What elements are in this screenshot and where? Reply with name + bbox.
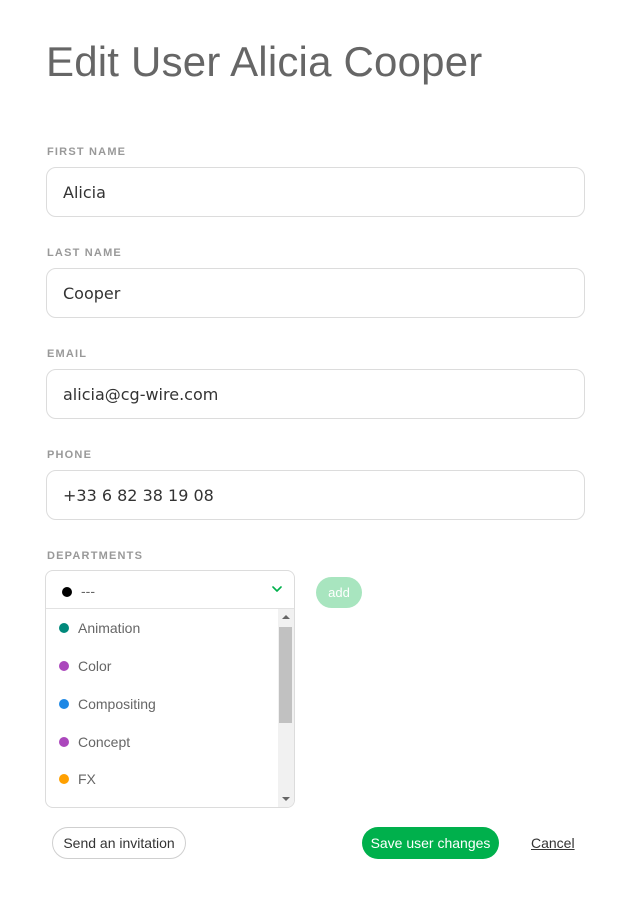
phone-label: Phone <box>47 449 93 461</box>
departments-label: Departments <box>47 550 144 562</box>
department-list-scrollbar[interactable] <box>278 609 294 807</box>
department-color-dot <box>59 774 69 784</box>
department-color-dot <box>59 737 69 747</box>
first-name-input[interactable] <box>46 167 585 217</box>
department-color-dot <box>59 699 69 709</box>
department-option-concept[interactable]: Concept <box>46 723 278 761</box>
department-color-dot <box>62 587 72 597</box>
cancel-link[interactable]: Cancel <box>531 835 575 851</box>
last-name-input[interactable] <box>46 268 585 318</box>
first-name-label: First name <box>47 146 127 158</box>
page-title: Edit User Alicia Cooper <box>46 38 483 85</box>
department-options-list: Animation Color Compositing Concept FX <box>46 609 278 807</box>
department-select[interactable]: --- Animation Color Compositing Concept … <box>45 570 295 808</box>
department-option-compositing[interactable]: Compositing <box>46 685 278 723</box>
department-option-label: Color <box>78 658 112 674</box>
send-invitation-button[interactable]: Send an invitation <box>52 827 186 859</box>
department-option-animation[interactable]: Animation <box>46 609 278 647</box>
add-department-button[interactable]: add <box>316 577 362 608</box>
department-select-current[interactable]: --- <box>46 571 294 609</box>
scroll-down-arrow-icon[interactable] <box>282 797 290 801</box>
chevron-down-icon[interactable] <box>272 585 282 593</box>
last-name-label: Last name <box>47 247 122 259</box>
scrollbar-thumb[interactable] <box>279 627 292 723</box>
department-option-color[interactable]: Color <box>46 647 278 685</box>
department-option-label: Compositing <box>78 696 156 712</box>
department-option-label: Concept <box>78 734 131 750</box>
department-option-fx[interactable]: FX <box>46 760 278 798</box>
department-option-label: FX <box>78 771 96 787</box>
scroll-up-arrow-icon[interactable] <box>282 615 290 619</box>
email-input[interactable] <box>46 369 585 419</box>
department-option-label: Animation <box>78 620 141 636</box>
department-color-dot <box>59 661 69 671</box>
phone-input[interactable] <box>46 470 585 520</box>
save-user-changes-button[interactable]: Save user changes <box>362 827 499 859</box>
department-color-dot <box>59 623 69 633</box>
email-label: Email <box>47 348 88 360</box>
department-select-value: --- <box>81 583 95 599</box>
